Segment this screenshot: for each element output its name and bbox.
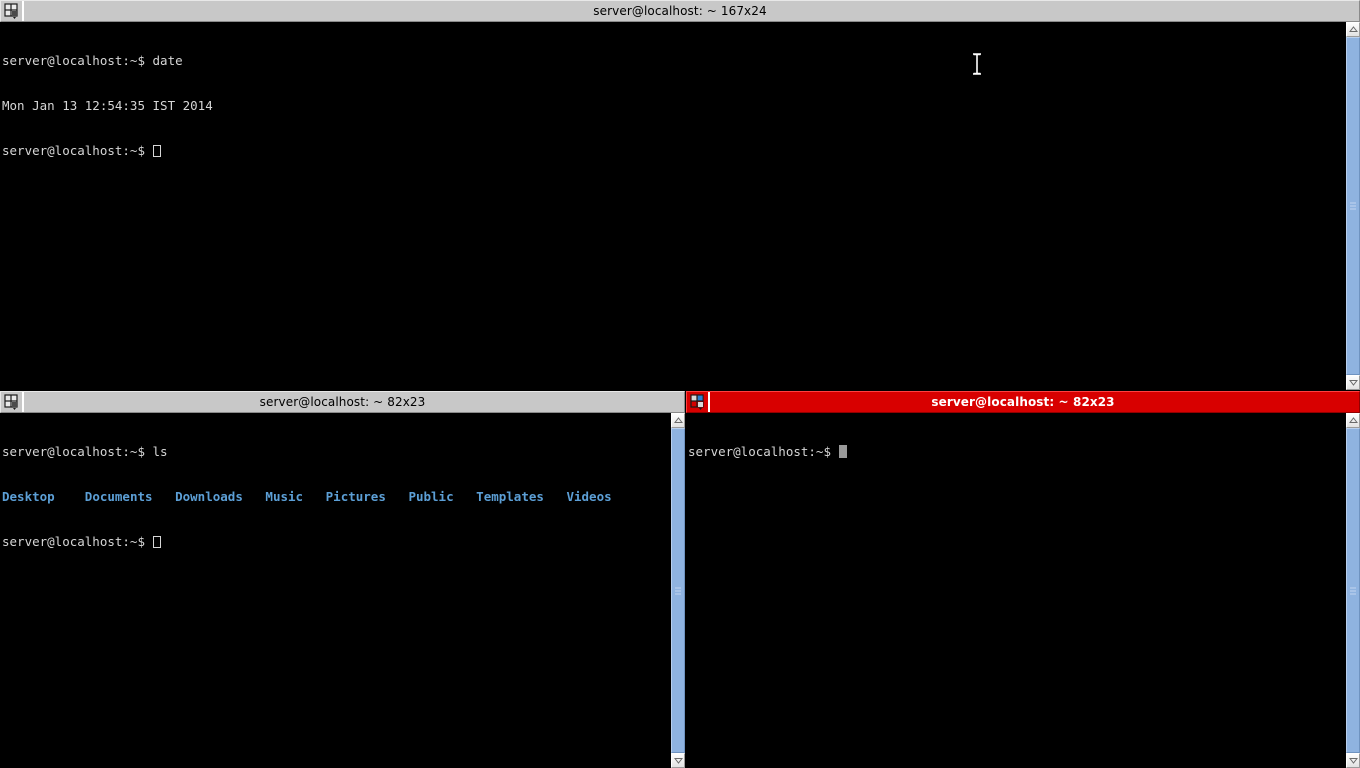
- titlebar-bottom-right[interactable]: server@localhost: ~ 82x23: [686, 391, 1360, 413]
- desktop: server@localhost: ~ 167x24 server@localh…: [0, 0, 1360, 768]
- scrollbar-track[interactable]: [1346, 428, 1360, 753]
- scrollbar-bottom-right[interactable]: [1345, 413, 1360, 768]
- terminal-cursor-active: [838, 445, 847, 458]
- scroll-up-arrow-icon[interactable]: [1346, 22, 1360, 37]
- window-body-top: server@localhost:~$ date Mon Jan 13 12:5…: [0, 22, 1360, 390]
- scroll-down-arrow-icon[interactable]: [671, 753, 685, 768]
- scroll-up-arrow-icon[interactable]: [1346, 413, 1360, 428]
- terminal-prompt: server@localhost:~$: [2, 534, 153, 549]
- terminal-output-bottom-right[interactable]: server@localhost:~$: [687, 413, 1345, 768]
- window-title-bottom-left: server@localhost: ~ 82x23: [259, 395, 426, 409]
- scrollbar-grip: [1350, 202, 1356, 210]
- scrollbar-track[interactable]: [1346, 37, 1360, 375]
- window-tile-menu-icon[interactable]: [2, 1, 22, 21]
- window-tile-menu-active-icon[interactable]: [688, 392, 708, 412]
- terminal-line-text: server@localhost:~$ date: [2, 53, 183, 68]
- scrollbar-thumb[interactable]: [671, 428, 685, 753]
- scrollbar-grip: [675, 587, 681, 594]
- terminal-line: server@localhost:~$: [2, 143, 1345, 158]
- terminal-line: server@localhost:~$ date: [2, 53, 1345, 68]
- scrollbar-track[interactable]: [671, 428, 685, 753]
- terminal-line: server@localhost:~$: [2, 534, 670, 549]
- window-body-bottom-right: server@localhost:~$: [686, 413, 1360, 768]
- scroll-up-arrow-icon[interactable]: [671, 413, 685, 428]
- scrollbar-bottom-left[interactable]: [670, 413, 685, 768]
- dir-downloads: Downloads: [175, 489, 243, 504]
- dir-desktop: Desktop: [2, 489, 55, 504]
- dir-pictures: Pictures: [325, 489, 386, 504]
- terminal-line-text: server@localhost:~$ ls: [2, 444, 168, 459]
- window-tile-menu-icon[interactable]: [2, 392, 22, 412]
- dir-public: Public: [408, 489, 454, 504]
- titlebar-divider: [22, 392, 24, 412]
- terminal-line: server@localhost:~$ ls: [2, 444, 670, 459]
- titlebar-divider: [708, 392, 710, 412]
- terminal-cursor: [152, 145, 161, 157]
- terminal-line: server@localhost:~$: [688, 444, 1345, 459]
- terminal-window-bottom-right[interactable]: server@localhost: ~ 82x23 server@localho…: [686, 391, 1360, 768]
- scrollbar-top[interactable]: [1345, 22, 1360, 390]
- titlebar-bottom-left[interactable]: server@localhost: ~ 82x23: [0, 391, 685, 413]
- terminal-cursor: [152, 536, 161, 548]
- dir-documents: Documents: [84, 489, 153, 504]
- dir-music: Music: [265, 489, 304, 504]
- window-body-bottom-left: server@localhost:~$ ls Desktop Documents…: [0, 413, 685, 768]
- dir-templates: Templates: [476, 489, 544, 504]
- terminal-window-top[interactable]: server@localhost: ~ 167x24 server@localh…: [0, 0, 1360, 390]
- scrollbar-thumb[interactable]: [1346, 37, 1360, 375]
- terminal-window-bottom-left[interactable]: server@localhost: ~ 82x23 server@localho…: [0, 391, 685, 768]
- scrollbar-grip: [1350, 587, 1356, 594]
- scrollbar-thumb[interactable]: [1346, 428, 1360, 753]
- scroll-down-arrow-icon[interactable]: [1346, 375, 1360, 390]
- dir-videos: Videos: [566, 489, 612, 504]
- window-title-bottom-right: server@localhost: ~ 82x23: [931, 395, 1115, 409]
- titlebar-divider: [22, 1, 24, 21]
- titlebar-top[interactable]: server@localhost: ~ 167x24: [0, 0, 1360, 22]
- terminal-line-text: Mon Jan 13 12:54:35 IST 2014: [2, 98, 213, 113]
- window-title-top: server@localhost: ~ 167x24: [593, 4, 767, 18]
- scroll-down-arrow-icon[interactable]: [1346, 753, 1360, 768]
- terminal-line: Mon Jan 13 12:54:35 IST 2014: [2, 98, 1345, 113]
- terminal-output-bottom-left[interactable]: server@localhost:~$ ls Desktop Documents…: [1, 413, 670, 768]
- terminal-output-top[interactable]: server@localhost:~$ date Mon Jan 13 12:5…: [1, 22, 1345, 390]
- terminal-prompt: server@localhost:~$: [688, 444, 839, 459]
- terminal-prompt: server@localhost:~$: [2, 143, 153, 158]
- terminal-line-directory-listing: Desktop Documents Downloads Music Pictur…: [2, 489, 670, 504]
